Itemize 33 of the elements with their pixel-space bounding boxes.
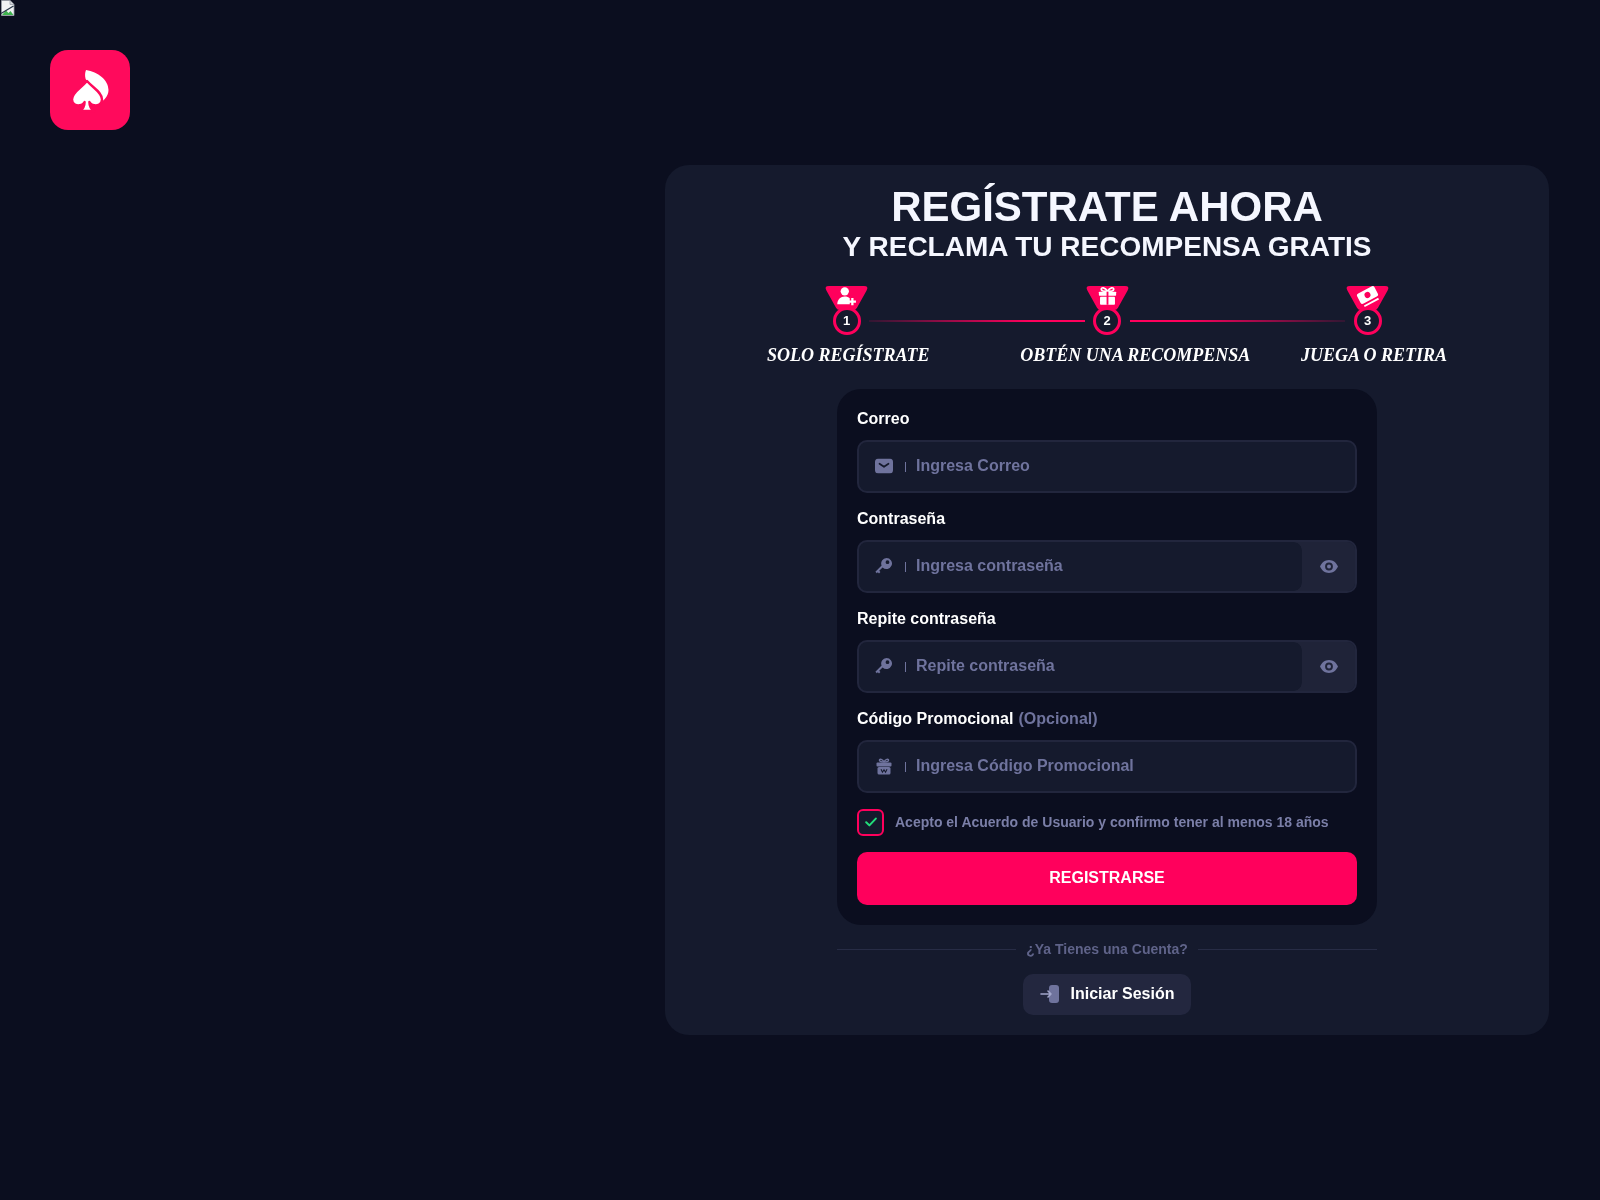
sign-in-icon xyxy=(1040,984,1061,1005)
field-label: Repite contraseña xyxy=(857,608,996,629)
key-icon xyxy=(875,557,893,576)
email-field[interactable]: Ingresa Correo xyxy=(857,439,1357,493)
field-label: Contraseña xyxy=(857,508,946,529)
eye-icon xyxy=(1319,559,1338,573)
step-number: 1 xyxy=(832,307,861,335)
step-label: OBTÉN UNA RECOMPENSA xyxy=(1020,345,1251,367)
field-label: Código Promocional xyxy=(857,708,1014,729)
field-label: Correo xyxy=(857,408,910,429)
optional-note: (Opcional) xyxy=(1018,708,1098,729)
promo-code-field[interactable]: Ingresa Código Promocional xyxy=(857,739,1357,793)
add-user-icon xyxy=(824,286,869,310)
step-label: JUEGA O RETIRA xyxy=(1300,345,1447,367)
step-number: 2 xyxy=(1093,307,1121,335)
agreement-text: Acepto el Acuerdo de Usuario y confirmo tener al menos 18 años xyxy=(895,813,1329,831)
gift-icon xyxy=(875,757,893,776)
agreement-checkbox[interactable] xyxy=(857,808,884,836)
checkmark-icon xyxy=(864,817,877,828)
banknote-icon xyxy=(1345,286,1390,310)
spade-logo[interactable] xyxy=(50,50,130,130)
step-label: SOLO REGÍSTRATE xyxy=(767,345,930,367)
page-subtitle: Y RECLAMA TU RECOMPENSA GRATIS xyxy=(842,233,1372,261)
account-prompt: ¿Ya Tienes una Cuenta? xyxy=(1026,940,1188,958)
gift-icon xyxy=(1084,286,1130,310)
key-icon xyxy=(875,657,893,676)
sign-in-button[interactable]: Iniciar Sesión xyxy=(1023,973,1191,1015)
broken-image-icon xyxy=(0,0,16,16)
register-button[interactable]: REGISTRARSE xyxy=(857,851,1357,905)
step-number: 3 xyxy=(1353,307,1382,335)
show-password-button[interactable] xyxy=(1294,641,1355,691)
eye-icon xyxy=(1319,659,1338,673)
show-password-button[interactable] xyxy=(1294,541,1355,591)
